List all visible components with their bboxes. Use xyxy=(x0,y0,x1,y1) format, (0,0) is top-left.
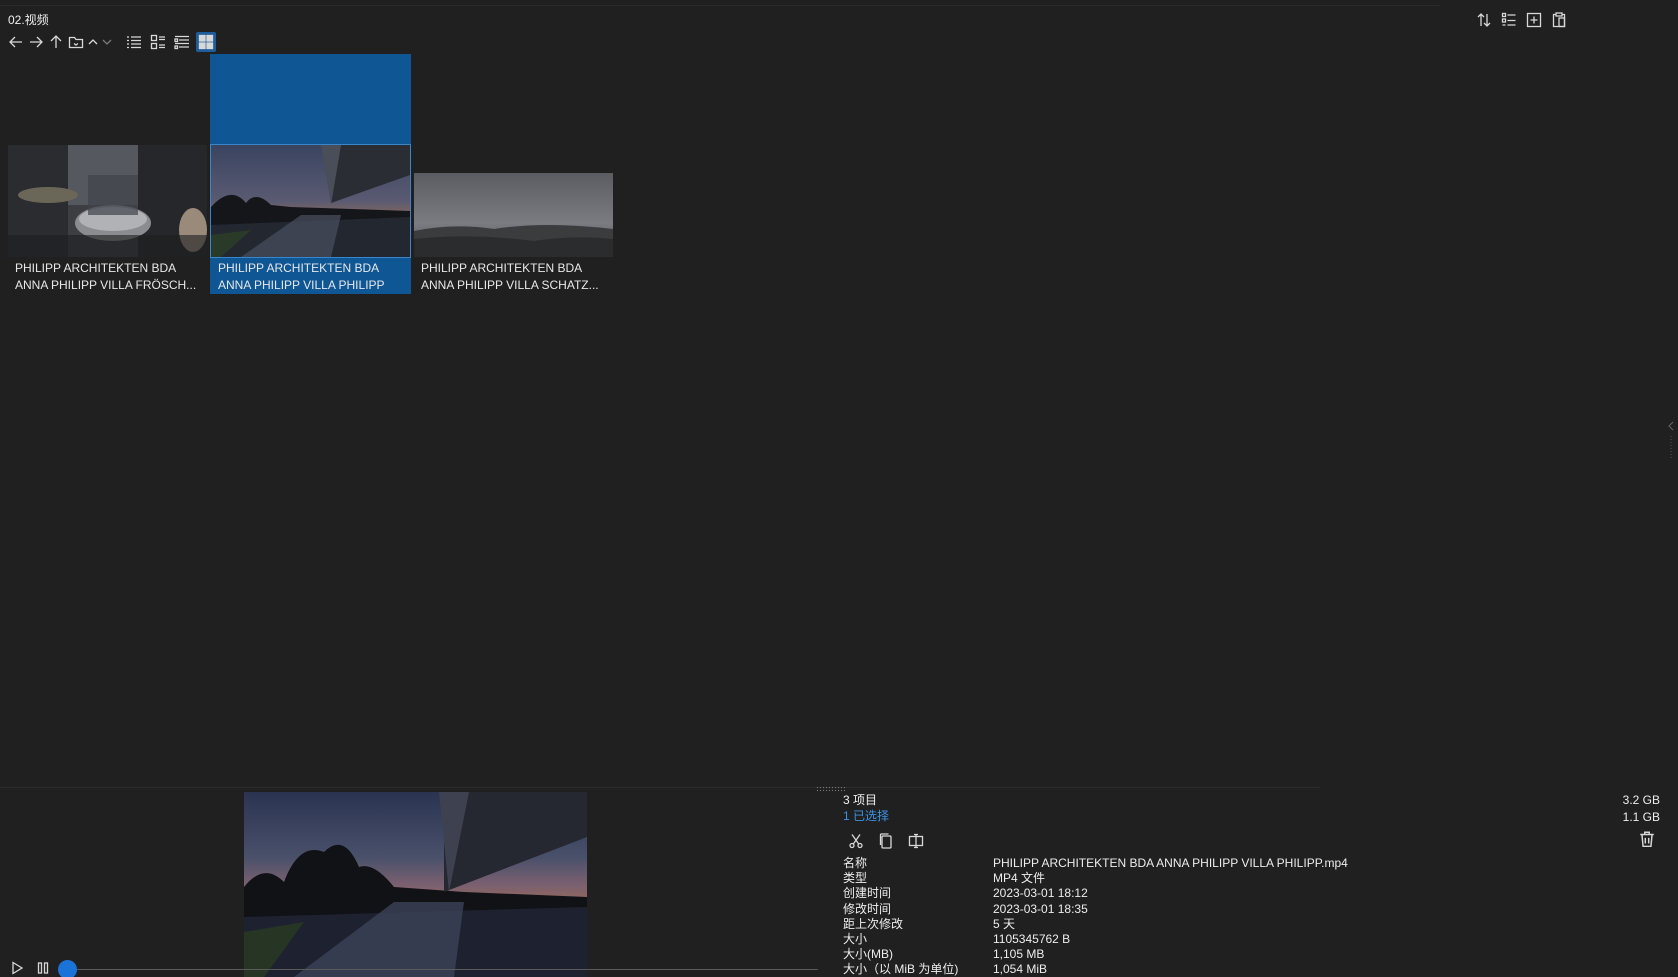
view-options-toolbar xyxy=(1475,11,1568,29)
prop-value-size: 1105345762 B xyxy=(993,932,1071,947)
file-name: PHILIPP ARCHITEKTEN BDA ANNA PHILIPP VIL… xyxy=(15,260,205,294)
file-properties: 名称 PHILIPP ARCHITEKTEN BDA ANNA PHILIPP … xyxy=(843,856,1348,977)
prop-label-size-mb: 大小(MB) xyxy=(843,947,893,962)
prop-label-since: 距上次修改 xyxy=(843,916,904,931)
details-panel: 3 项目 1 已选择 名称 PHILIPP ARCHITEKTEN BDA AN… xyxy=(843,792,1348,977)
rename-icon[interactable] xyxy=(907,832,925,850)
file-tile-selected[interactable]: PHILIPP ARCHITEKTEN BDA ANNA PHILIPP VIL… xyxy=(210,54,411,294)
selected-size: 1.1 GB xyxy=(1622,810,1660,824)
size-summary: 3.2 GB 1.1 GB xyxy=(1623,792,1660,826)
back-arrow-icon[interactable] xyxy=(6,32,26,52)
item-count: 3 项目 xyxy=(843,793,878,807)
prop-value-size-mb: 1,105 MB xyxy=(993,947,1045,962)
prop-value-name: PHILIPP ARCHITEKTEN BDA ANNA PHILIPP VIL… xyxy=(993,856,1348,870)
details-view-icon[interactable] xyxy=(124,32,144,52)
file-tile[interactable]: PHILIPP ARCHITEKTEN BDA ANNA PHILIPP VIL… xyxy=(413,54,614,294)
pause-icon[interactable] xyxy=(34,960,52,976)
selected-count[interactable]: 1 已选择 xyxy=(843,808,1348,824)
video-thumbnail xyxy=(414,173,613,257)
panel-divider xyxy=(0,787,1320,788)
navigation-toolbar xyxy=(6,32,216,52)
prop-label-size-mib: 大小（以 MiB 为单位) xyxy=(843,962,959,977)
top-border xyxy=(0,5,1440,6)
sort-icon[interactable] xyxy=(1475,11,1493,29)
file-tile[interactable]: PHILIPP ARCHITEKTEN BDA ANNA PHILIPP VIL… xyxy=(7,54,208,294)
chevron-down-icon[interactable] xyxy=(100,32,114,52)
prop-label-type: 类型 xyxy=(843,871,868,886)
prop-label-created: 创建时间 xyxy=(843,886,892,901)
thumbnails-view-icon[interactable] xyxy=(196,32,216,52)
forward-arrow-icon[interactable] xyxy=(26,32,46,52)
file-name-line1: PHILIPP ARCHITEKTEN BDA xyxy=(218,261,380,275)
video-preview[interactable] xyxy=(244,792,587,977)
prop-value-type: MP4 文件 xyxy=(993,871,1046,886)
group-icon[interactable] xyxy=(1500,11,1518,29)
prop-value-since: 5 天 xyxy=(993,916,1016,931)
video-thumbnail xyxy=(8,145,207,257)
seek-bar[interactable] xyxy=(58,969,818,970)
file-name-line2: ANNA PHILIPP VILLA SCHATZ... xyxy=(421,278,599,292)
play-icon[interactable] xyxy=(8,960,26,976)
video-thumbnail xyxy=(210,144,411,258)
prop-value-size-mib: 1,054 MiB xyxy=(993,962,1048,977)
copy-icon[interactable] xyxy=(877,832,895,850)
prop-label-size: 大小 xyxy=(843,932,868,947)
player-controls xyxy=(8,960,52,976)
file-name: PHILIPP ARCHITEKTEN BDA ANNA PHILIPP VIL… xyxy=(218,260,408,294)
file-name: PHILIPP ARCHITEKTEN BDA ANNA PHILIPP VIL… xyxy=(421,260,611,294)
up-arrow-icon[interactable] xyxy=(46,32,66,52)
total-size: 3.2 GB xyxy=(1622,793,1660,807)
cut-icon[interactable] xyxy=(847,832,865,850)
paste-icon[interactable] xyxy=(1550,11,1568,29)
add-icon[interactable] xyxy=(1525,11,1543,29)
folder-title: 02.视频 xyxy=(8,13,49,27)
file-name-line1: PHILIPP ARCHITEKTEN BDA xyxy=(421,261,583,275)
selection-actions xyxy=(847,832,1348,850)
prop-value-created: 2023-03-01 18:12 xyxy=(993,886,1088,901)
list-view-icon[interactable] xyxy=(172,32,192,52)
prop-label-name: 名称 xyxy=(843,856,868,870)
prop-label-modified: 修改时间 xyxy=(843,901,892,916)
file-name-line2: ANNA PHILIPP VILLA FRÖSCH... xyxy=(15,278,197,292)
file-name-line1: PHILIPP ARCHITEKTEN BDA xyxy=(15,261,177,275)
tiles-view-icon[interactable] xyxy=(148,32,168,52)
trash-icon[interactable] xyxy=(1638,830,1656,848)
chevron-up-icon[interactable] xyxy=(86,32,100,52)
side-panel-handle[interactable] xyxy=(1666,420,1678,480)
folder-icon[interactable] xyxy=(66,32,86,52)
resize-grip[interactable] xyxy=(816,786,846,791)
file-name-line2: ANNA PHILIPP VILLA PHILIPP xyxy=(218,278,385,292)
seek-handle[interactable] xyxy=(58,960,77,977)
prop-value-modified: 2023-03-01 18:35 xyxy=(993,901,1088,916)
